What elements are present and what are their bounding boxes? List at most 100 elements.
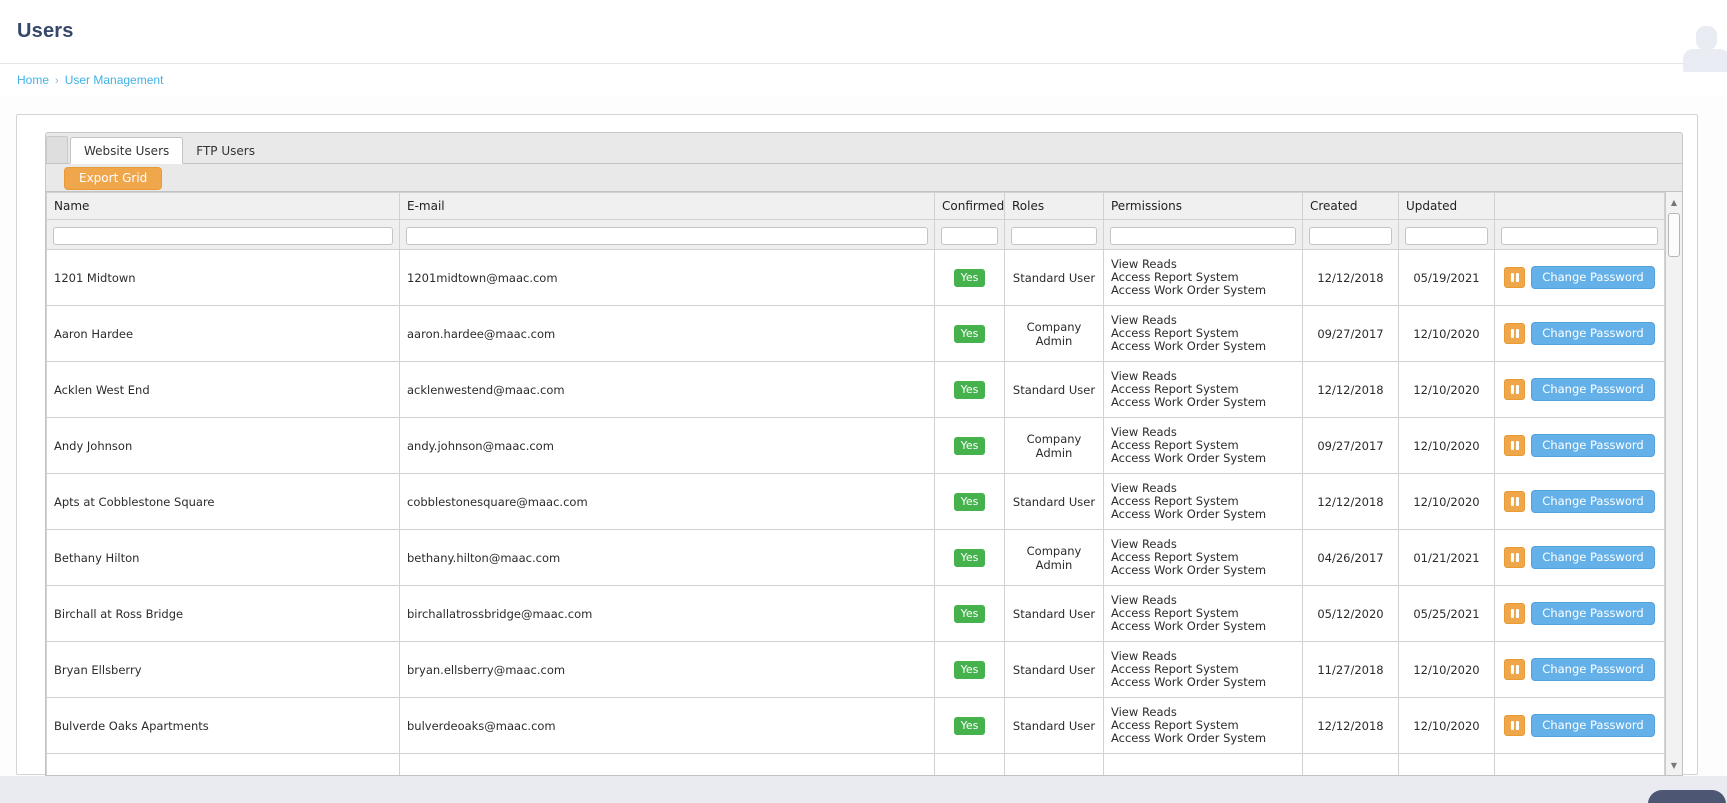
created-cell: 09/27/2017 (1302, 417, 1399, 474)
filter-cell (1398, 219, 1495, 250)
permission-line: Access Work Order System (1111, 675, 1267, 689)
filter-input-name[interactable] (53, 227, 393, 245)
filter-input-e-mail[interactable] (406, 227, 928, 245)
disable-user-button[interactable] (1504, 659, 1526, 680)
filter-input-permissions[interactable] (1110, 227, 1296, 245)
scrollbar-thumb[interactable] (1668, 213, 1680, 257)
change-password-button[interactable]: Change Password (1531, 714, 1655, 737)
filter-input-created[interactable] (1309, 227, 1392, 245)
row-actions: Change Password (1495, 714, 1664, 737)
user-email-cell: cobblestonesquare@maac.com (399, 473, 935, 530)
updated-cell: 12/10/2020 (1398, 641, 1495, 698)
role-cell: Standard User (1004, 697, 1104, 754)
column-header-actions[interactable] (1494, 192, 1665, 220)
chat-widget-button[interactable] (1648, 790, 1726, 803)
disable-user-button[interactable] (1504, 603, 1526, 624)
scroll-down-icon[interactable]: ▼ (1666, 757, 1682, 773)
updated-cell (1398, 753, 1495, 775)
actions-cell: Change Password (1494, 305, 1665, 362)
confirmed-badge: Yes (953, 492, 986, 511)
disable-user-button[interactable] (1504, 267, 1526, 288)
role-cell: Standard User (1004, 361, 1104, 418)
pause-icon (1510, 329, 1514, 338)
tab-ftp-users[interactable]: FTP Users (183, 137, 268, 164)
change-password-button[interactable]: Change Password (1531, 490, 1655, 513)
export-grid-button[interactable]: Export Grid (64, 167, 163, 190)
column-header-created[interactable]: Created (1302, 192, 1399, 220)
pause-icon (1510, 497, 1514, 506)
created-cell: 11/27/2018 (1302, 641, 1399, 698)
confirmed-cell: Yes (934, 529, 1005, 586)
change-password-button[interactable]: Change Password (1531, 602, 1655, 625)
column-header-roles[interactable]: Roles (1004, 192, 1104, 220)
disable-user-button[interactable] (1504, 547, 1526, 568)
change-password-button[interactable]: Change Password (1531, 322, 1655, 345)
row-actions: Change Password (1495, 546, 1664, 569)
role-cell: Standard User (1004, 249, 1104, 306)
actions-cell (1494, 753, 1665, 775)
tab-website-users[interactable]: Website Users (70, 137, 184, 164)
created-cell (1302, 753, 1399, 775)
filter-input-actions[interactable] (1501, 227, 1658, 245)
filter-input-updated[interactable] (1405, 227, 1488, 245)
disable-user-button[interactable] (1504, 435, 1526, 456)
confirmed-badge: Yes (953, 268, 986, 287)
disable-user-button[interactable] (1504, 715, 1526, 736)
breadcrumb-home-link[interactable]: Home (17, 73, 49, 87)
change-password-button[interactable]: Change Password (1531, 434, 1655, 457)
permissions-cell: View Reads Access Report System Access Wor… (1103, 585, 1303, 642)
change-password-button[interactable]: Change Password (1531, 658, 1655, 681)
confirmed-cell: Yes (934, 361, 1005, 418)
updated-cell: 12/10/2020 (1398, 305, 1495, 362)
user-name-cell: Bulverde Oaks Apartments (46, 697, 400, 754)
actions-cell: Change Password (1494, 473, 1665, 530)
actions-cell: Change Password (1494, 529, 1665, 586)
role-cell: Standard User (1004, 473, 1104, 530)
vertical-scrollbar[interactable]: ▲ ▼ (1665, 192, 1682, 775)
breadcrumb-current-link[interactable]: User Management (65, 73, 164, 87)
filter-input-roles[interactable] (1011, 227, 1097, 245)
user-name-cell: Bethany Hilton (46, 529, 400, 586)
change-password-button[interactable]: Change Password (1531, 378, 1655, 401)
column-header-permissions[interactable]: Permissions (1103, 192, 1303, 220)
permission-line: Access Work Order System (1111, 339, 1267, 353)
pause-icon (1510, 553, 1514, 562)
updated-cell: 12/10/2020 (1398, 473, 1495, 530)
scroll-up-icon[interactable]: ▲ (1666, 194, 1682, 210)
change-password-button[interactable]: Change Password (1531, 546, 1655, 569)
disable-user-button[interactable] (1504, 491, 1526, 512)
updated-cell: 12/10/2020 (1398, 697, 1495, 754)
confirmed-badge: Yes (953, 436, 986, 455)
row-actions: Change Password (1495, 378, 1664, 401)
column-header-confirmed[interactable]: Confirmed (934, 192, 1005, 220)
actions-cell: Change Password (1494, 585, 1665, 642)
confirmed-cell: Yes (934, 641, 1005, 698)
users-table: Name E-mail Confirmed Roles Permissions Creat… (46, 192, 1665, 775)
table-row: 1201 Midtown 1201midtown@maac.com Yes Stand… (46, 249, 1665, 306)
breadcrumb-separator: › (55, 75, 59, 87)
role-cell (1004, 753, 1104, 775)
column-header-name[interactable]: Name (46, 192, 400, 220)
disable-user-button[interactable] (1504, 323, 1526, 344)
change-password-button[interactable]: Change Password (1531, 266, 1655, 289)
app-window: Users Home › User Management Website Users… (0, 0, 1727, 803)
row-actions: Change Password (1495, 490, 1664, 513)
user-email-cell: 1201midtown@maac.com (399, 249, 935, 306)
user-email-cell: bryan.ellsberry@maac.com (399, 641, 935, 698)
confirmed-cell: Yes (934, 305, 1005, 362)
table-row: Bethany Hilton bethany.hilton@maac.com Yes… (46, 529, 1665, 586)
column-header-e-mail[interactable]: E-mail (399, 192, 935, 220)
users-panel: Website Users FTP Users Export Grid Name… (16, 114, 1698, 776)
filter-input-confirmed[interactable] (941, 227, 998, 245)
table-row: Bryan Ellsberry bryan.ellsberry@maac.com Y… (46, 641, 1665, 698)
permission-line: Access Work Order System (1111, 451, 1267, 465)
pause-icon (1510, 385, 1514, 394)
user-email-cell: bethany.hilton@maac.com (399, 529, 935, 586)
user-avatar-icon[interactable] (1683, 26, 1727, 72)
column-header-updated[interactable]: Updated (1398, 192, 1495, 220)
permissions-cell: View Reads Access Report System Access Wor… (1103, 473, 1303, 530)
disable-user-button[interactable] (1504, 379, 1526, 400)
created-cell: 12/12/2018 (1302, 473, 1399, 530)
actions-cell: Change Password (1494, 697, 1665, 754)
confirmed-cell: Yes (934, 585, 1005, 642)
